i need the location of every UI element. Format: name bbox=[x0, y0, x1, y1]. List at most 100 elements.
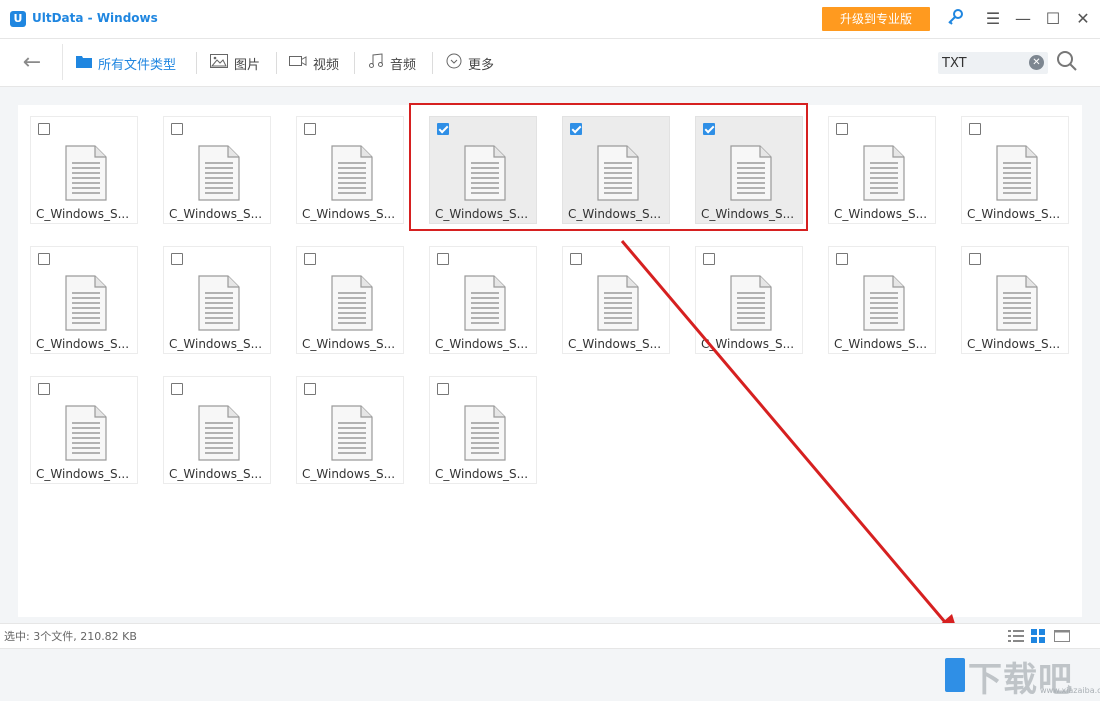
title-bar bbox=[0, 0, 1100, 39]
file-checkbox[interactable] bbox=[171, 253, 183, 265]
selection-status: 选中: 3个文件, 210.82 KB bbox=[4, 630, 137, 643]
selection-highlight-box bbox=[409, 103, 808, 231]
file-card[interactable]: C_Windows_S... bbox=[429, 376, 537, 484]
document-icon bbox=[863, 275, 905, 331]
file-card[interactable]: C_Windows_S... bbox=[695, 246, 803, 354]
file-name: C_Windows_S... bbox=[435, 467, 529, 481]
file-checkbox[interactable] bbox=[570, 253, 582, 265]
tab-more[interactable]: 更多 bbox=[446, 52, 494, 74]
tab-divider bbox=[196, 52, 197, 74]
search-input[interactable] bbox=[942, 53, 1022, 73]
document-icon bbox=[198, 405, 240, 461]
file-checkbox[interactable] bbox=[836, 123, 848, 135]
tab-pictures[interactable]: 图片 bbox=[210, 52, 260, 74]
file-card[interactable]: C_Windows_S... bbox=[30, 246, 138, 354]
file-name: C_Windows_S... bbox=[36, 337, 130, 351]
document-icon bbox=[996, 275, 1038, 331]
file-checkbox[interactable] bbox=[304, 253, 316, 265]
video-icon bbox=[289, 54, 307, 72]
file-name: C_Windows_S... bbox=[169, 207, 263, 221]
minimize-icon[interactable]: — bbox=[1012, 8, 1034, 30]
status-bar bbox=[0, 623, 1100, 648]
file-card[interactable]: C_Windows_S... bbox=[429, 246, 537, 354]
file-card[interactable]: C_Windows_S... bbox=[296, 246, 404, 354]
tab-divider bbox=[276, 52, 277, 74]
file-name: C_Windows_S... bbox=[568, 337, 662, 351]
file-name: C_Windows_S... bbox=[302, 337, 396, 351]
file-checkbox[interactable] bbox=[304, 123, 316, 135]
file-checkbox[interactable] bbox=[304, 383, 316, 395]
file-card[interactable]: C_Windows_S... bbox=[163, 246, 271, 354]
close-icon[interactable]: ✕ bbox=[1072, 8, 1094, 30]
tab-label: 所有文件类型 bbox=[98, 57, 177, 73]
clear-search-icon[interactable]: ✕ bbox=[1029, 55, 1044, 70]
document-icon bbox=[730, 275, 772, 331]
back-arrow-icon[interactable]: ← bbox=[18, 50, 46, 76]
maximize-icon[interactable]: ☐ bbox=[1042, 8, 1064, 30]
file-card[interactable]: C_Windows_S... bbox=[30, 376, 138, 484]
file-card[interactable]: C_Windows_S... bbox=[828, 246, 936, 354]
chevron-down-circle-icon bbox=[446, 53, 462, 73]
folder-icon bbox=[76, 54, 92, 72]
app-logo-icon: U bbox=[10, 11, 26, 27]
file-checkbox[interactable] bbox=[171, 383, 183, 395]
search-icon[interactable] bbox=[1056, 50, 1080, 74]
file-name: C_Windows_S... bbox=[435, 337, 529, 351]
document-icon bbox=[863, 145, 905, 201]
file-checkbox[interactable] bbox=[969, 253, 981, 265]
file-checkbox[interactable] bbox=[969, 123, 981, 135]
tab-audio[interactable]: 音频 bbox=[368, 52, 416, 74]
file-checkbox[interactable] bbox=[171, 123, 183, 135]
file-card[interactable]: C_Windows_S... bbox=[30, 116, 138, 224]
image-icon bbox=[210, 54, 228, 72]
file-card[interactable]: C_Windows_S... bbox=[961, 246, 1069, 354]
file-checkbox[interactable] bbox=[703, 253, 715, 265]
file-name: C_Windows_S... bbox=[967, 207, 1061, 221]
toolbar-divider bbox=[62, 44, 63, 80]
file-name: C_Windows_S... bbox=[302, 467, 396, 481]
file-checkbox[interactable] bbox=[437, 383, 449, 395]
list-view-icon[interactable] bbox=[1008, 628, 1024, 642]
file-name: C_Windows_S... bbox=[701, 337, 795, 351]
grid-view-icon[interactable] bbox=[1031, 628, 1047, 643]
tab-video[interactable]: 视频 bbox=[289, 52, 339, 74]
file-checkbox[interactable] bbox=[38, 123, 50, 135]
file-name: C_Windows_S... bbox=[169, 337, 263, 351]
file-card[interactable]: C_Windows_S... bbox=[163, 116, 271, 224]
key-icon[interactable] bbox=[944, 8, 966, 30]
menu-icon[interactable]: ☰ bbox=[982, 8, 1004, 30]
tab-divider bbox=[354, 52, 355, 74]
file-card[interactable]: C_Windows_S... bbox=[961, 116, 1069, 224]
file-checkbox[interactable] bbox=[437, 253, 449, 265]
file-card[interactable]: C_Windows_S... bbox=[163, 376, 271, 484]
file-name: C_Windows_S... bbox=[967, 337, 1061, 351]
file-checkbox[interactable] bbox=[38, 383, 50, 395]
file-card[interactable]: C_Windows_S... bbox=[562, 246, 670, 354]
footer-bar bbox=[0, 648, 1100, 701]
document-icon bbox=[996, 145, 1038, 201]
file-card[interactable]: C_Windows_S... bbox=[828, 116, 936, 224]
document-icon bbox=[464, 405, 506, 461]
document-icon bbox=[597, 275, 639, 331]
file-name: C_Windows_S... bbox=[834, 337, 928, 351]
file-name: C_Windows_S... bbox=[169, 467, 263, 481]
music-icon bbox=[368, 53, 384, 73]
file-name: C_Windows_S... bbox=[302, 207, 396, 221]
watermark-url: www.xiazaiba.com bbox=[1040, 686, 1100, 695]
file-checkbox[interactable] bbox=[38, 253, 50, 265]
file-checkbox[interactable] bbox=[836, 253, 848, 265]
upgrade-button[interactable]: 升级到专业版 bbox=[822, 7, 930, 31]
app-title: UltData - Windows bbox=[32, 11, 158, 25]
document-icon bbox=[65, 275, 107, 331]
file-name: C_Windows_S... bbox=[36, 467, 130, 481]
file-card[interactable]: C_Windows_S... bbox=[296, 116, 404, 224]
tab-label: 更多 bbox=[468, 57, 495, 73]
recover-button[interactable] bbox=[945, 658, 965, 692]
file-name: C_Windows_S... bbox=[834, 207, 928, 221]
document-icon bbox=[198, 145, 240, 201]
document-icon bbox=[331, 275, 373, 331]
tab-all-file-types[interactable]: 所有文件类型 bbox=[76, 52, 176, 74]
large-view-icon[interactable] bbox=[1054, 628, 1070, 642]
file-card[interactable]: C_Windows_S... bbox=[296, 376, 404, 484]
tab-label: 视频 bbox=[313, 57, 340, 73]
